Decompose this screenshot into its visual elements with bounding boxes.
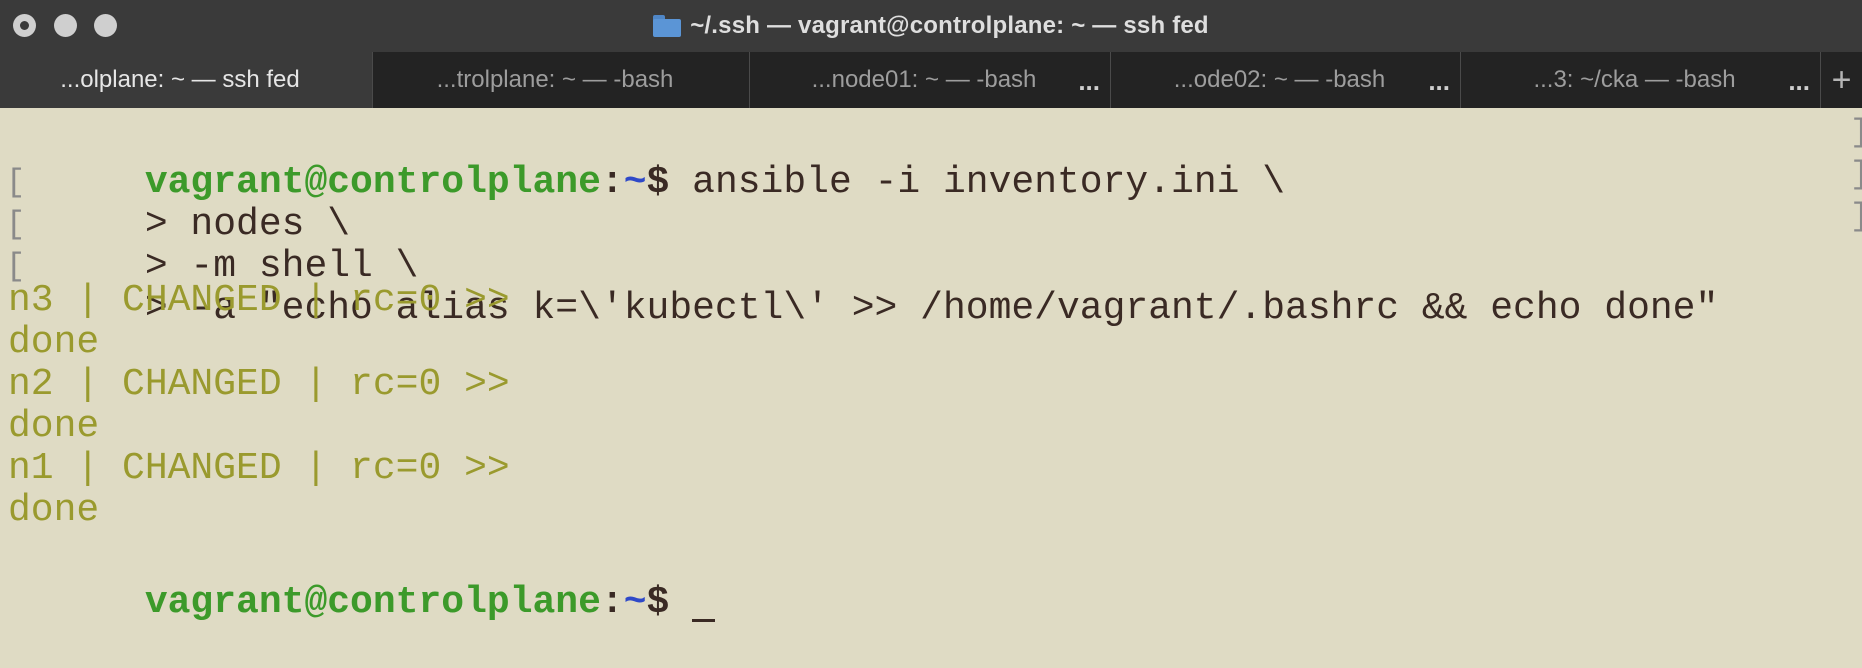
prompt-colon: :: [600, 581, 624, 624]
ellipsis-icon[interactable]: ...: [1788, 66, 1810, 97]
tab-node02-bash[interactable]: ...ode02: ~ — -bash ...: [1111, 52, 1461, 108]
window-title: ~/.ssh — vagrant@controlplane: ~ — ssh f…: [690, 12, 1209, 39]
new-tab-button[interactable]: +: [1821, 52, 1862, 108]
line-bracket-right: ]: [1850, 192, 1862, 242]
folder-icon: [653, 15, 682, 37]
tab-label: ...3: ~/cka — -bash: [1533, 66, 1736, 93]
title-bar[interactable]: ~/.ssh — vagrant@controlplane: ~ — ssh f…: [0, 0, 1862, 52]
tab-label: ...olplane: ~ — ssh fed: [60, 66, 300, 93]
prompt-path: ~: [623, 161, 647, 204]
text-cursor: [692, 619, 716, 622]
prompt-dollar: $: [646, 161, 670, 204]
prompt-user-host: vagrant@controlplane: [144, 581, 601, 624]
tab-node01-bash[interactable]: ...node01: ~ — -bash ...: [750, 52, 1111, 108]
tab-controlplane-bash[interactable]: ...trolplane: ~ — -bash: [373, 52, 750, 108]
command-text: ansible -i inventory.ini \: [669, 161, 1286, 204]
prompt-dollar: $: [646, 581, 670, 624]
terminal-output-area[interactable]: [vagrant@controlplane:~$ ansible -i inve…: [0, 108, 1862, 668]
tab-cka-bash[interactable]: ...3: ~/cka — -bash ...: [1461, 52, 1821, 108]
tab-label: ...trolplane: ~ — -bash: [436, 66, 674, 93]
tab-label: ...ode02: ~ — -bash: [1173, 66, 1386, 93]
ellipsis-icon[interactable]: ...: [1078, 66, 1100, 97]
tab-bar: ...olplane: ~ — ssh fed ...trolplane: ~ …: [0, 52, 1862, 108]
prompt-colon: :: [600, 161, 624, 204]
prompt-path: ~: [623, 581, 647, 624]
ellipsis-icon[interactable]: ...: [1428, 66, 1450, 97]
window-title-wrap: ~/.ssh — vagrant@controlplane: ~ — ssh f…: [0, 0, 1862, 52]
tab-label: ...node01: ~ — -bash: [811, 66, 1037, 93]
terminal-window: ~/.ssh — vagrant@controlplane: ~ — ssh f…: [0, 0, 1862, 668]
prompt-line: vagrant@controlplane:~$: [8, 528, 716, 624]
tab-controlplane-ssh[interactable]: ...olplane: ~ — ssh fed: [0, 52, 373, 108]
